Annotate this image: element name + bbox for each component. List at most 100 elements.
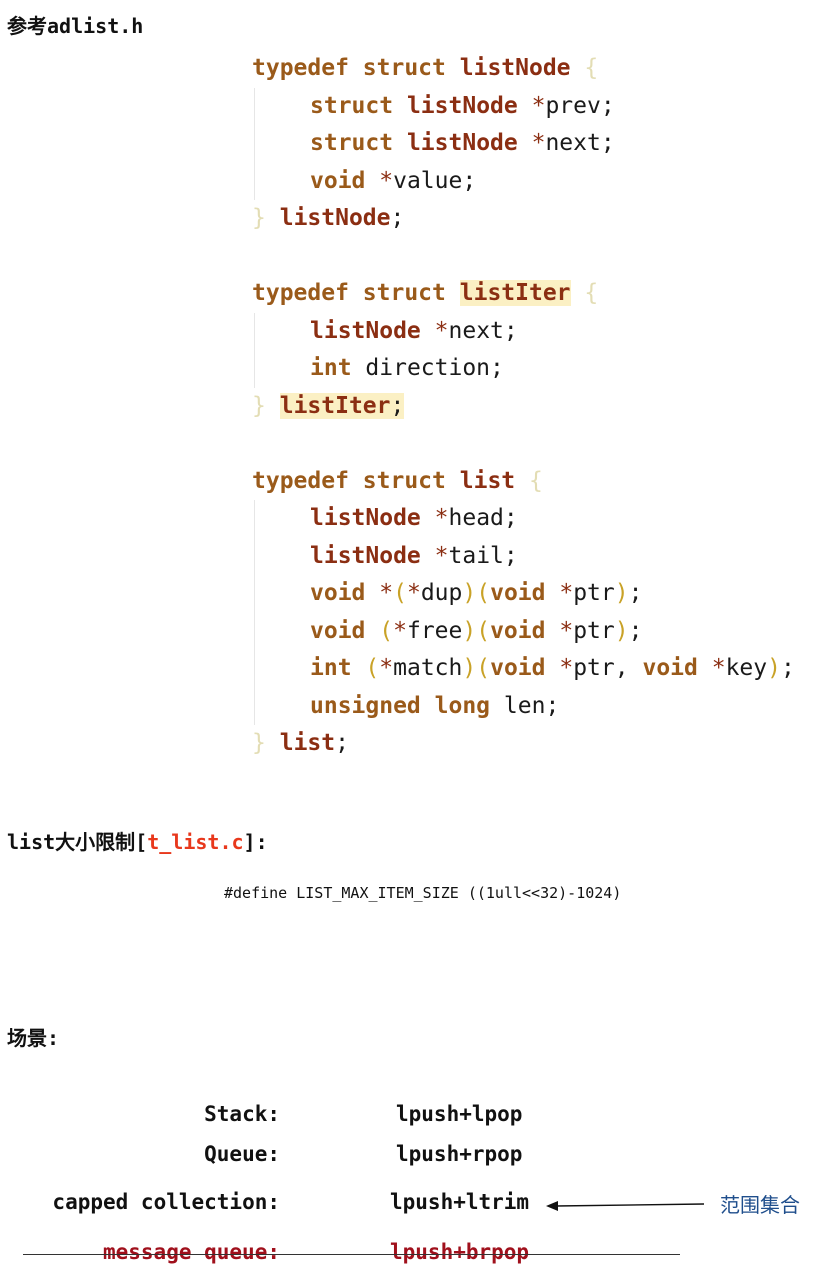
paren: ( — [476, 655, 491, 681]
keyword: void — [310, 617, 366, 644]
code-line: void (*free)(void *ptr); — [252, 613, 826, 651]
type-name: listNode — [279, 205, 391, 231]
identifier: free — [406, 617, 463, 644]
punct: ; — [503, 542, 518, 569]
strikethrough-line — [23, 1254, 680, 1255]
keyword: struct — [310, 92, 394, 119]
identifier: next — [545, 130, 601, 156]
punct: ; — [545, 692, 560, 719]
operator: * — [711, 655, 726, 681]
keyword: void — [490, 580, 546, 606]
punct: ; — [600, 92, 615, 119]
identifier: head — [448, 505, 504, 531]
brace: { — [529, 467, 543, 494]
type-name: listNode — [310, 317, 421, 344]
type-name: listNode — [406, 92, 518, 119]
brace: } — [252, 730, 266, 756]
operator: * — [379, 167, 394, 194]
code-line: struct listNode *next; — [252, 125, 826, 163]
type-name: listNode — [310, 542, 421, 569]
size-limit-prefix: list大小限制[ — [7, 830, 148, 854]
operator: * — [406, 580, 421, 606]
scenarios-heading: 场景: — [7, 1026, 60, 1050]
keyword: void — [642, 655, 698, 681]
identifier: ptr — [573, 655, 615, 681]
keyword: void — [490, 617, 546, 644]
punct: , — [614, 655, 629, 681]
type-name: listNode — [459, 55, 571, 81]
paren: ( — [379, 617, 394, 644]
type-name: listNode — [406, 130, 518, 156]
code-block: typedef struct listNode { struct listNod… — [252, 50, 826, 763]
code-line: struct listNode *prev; — [252, 87, 826, 200]
operator: * — [434, 542, 449, 569]
type-name: listNode — [310, 505, 421, 531]
keyword: long — [434, 692, 491, 719]
paren: ( — [365, 655, 380, 681]
punct: ; — [462, 167, 477, 194]
scenario-label: capped collection: — [52, 1190, 280, 1214]
code-line: void *(*dup)(void *ptr); — [252, 575, 826, 613]
define-statement: #define LIST_MAX_ITEM_SIZE ((1ull<<32)-1… — [224, 884, 622, 902]
code-line: typedef struct list { — [252, 463, 826, 501]
code-line: } listIter; — [252, 388, 826, 426]
operator: * — [393, 617, 407, 644]
scenario-label-struck: message queue: — [102, 1240, 280, 1264]
paren: ( — [476, 617, 491, 644]
punct: ; — [600, 130, 615, 156]
scenario-value-struck: lpush+brpop — [390, 1240, 530, 1264]
identifier: ptr — [573, 617, 615, 644]
operator: * — [559, 617, 574, 644]
source-file-link[interactable]: t_list.c — [147, 830, 243, 854]
keyword: void — [310, 167, 366, 194]
punct: ; — [780, 655, 795, 681]
keyword: int — [310, 655, 352, 681]
punct: ; — [503, 505, 518, 531]
identifier: key — [725, 655, 768, 681]
highlighted-type-name: listIter — [279, 392, 391, 419]
range-set-annotation: 范围集合 — [720, 1193, 800, 1217]
paren: ( — [476, 580, 491, 606]
keyword: typedef — [252, 467, 349, 494]
identifier: value — [393, 167, 463, 194]
keyword: typedef — [252, 55, 349, 81]
code-line: void *value; — [252, 163, 826, 201]
code-line: listNode *head; — [252, 500, 826, 725]
code-line: int direction; — [252, 350, 826, 388]
paren: ) — [614, 580, 629, 606]
code-line: int (*match)(void *ptr, void *key); — [252, 650, 826, 688]
operator: * — [531, 92, 546, 119]
code-line: } list; — [252, 725, 826, 763]
punct: ; — [390, 205, 405, 231]
code-line: listNode *tail; — [252, 538, 826, 576]
code-line: unsigned long len; — [252, 688, 826, 726]
punct: ; — [390, 392, 405, 419]
keyword: int — [310, 355, 352, 381]
highlighted-type-name: listIter — [459, 280, 571, 306]
identifier: prev — [545, 92, 601, 119]
code-line: } listNode; — [252, 200, 826, 238]
operator: * — [559, 655, 574, 681]
paren: ) — [462, 580, 477, 606]
operator: * — [434, 505, 449, 531]
paren: ) — [767, 655, 781, 681]
punct: ; — [628, 617, 643, 644]
punct: ; — [628, 580, 643, 606]
punct: ; — [490, 355, 504, 381]
scenario-value: lpush+lpop — [396, 1102, 523, 1126]
operator: * — [379, 580, 394, 606]
punct: ; — [335, 730, 349, 756]
keyword: typedef — [252, 280, 349, 306]
brace: } — [252, 205, 266, 231]
paren: ) — [462, 617, 477, 644]
keyword: struct — [362, 467, 446, 494]
brace: { — [584, 280, 599, 306]
code-line: typedef struct listNode { — [252, 50, 826, 88]
operator: * — [379, 655, 394, 681]
keyword: void — [310, 580, 366, 606]
identifier: dup — [420, 580, 463, 606]
keyword: unsigned — [310, 692, 421, 719]
code-line: typedef struct listIter { — [252, 275, 826, 313]
scenario-value: lpush+rpop — [396, 1142, 523, 1166]
paren: ) — [462, 655, 477, 681]
